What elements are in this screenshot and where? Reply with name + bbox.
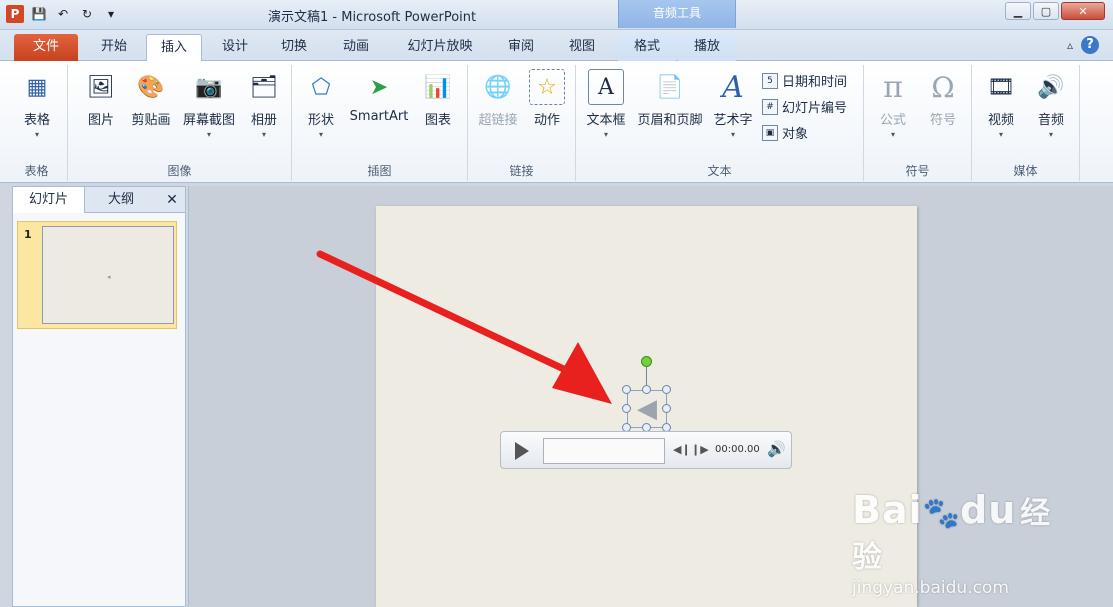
arrow-shaft: [316, 250, 574, 376]
watermark-site: jingyan.baidu.com: [852, 578, 1009, 598]
baidu-watermark: Bai🐾du 经验 jingyan.baidu.com: [852, 488, 1062, 598]
arrow-head: [552, 342, 612, 404]
paw-icon: 🐾: [922, 496, 960, 531]
watermark-brand-suffix: du: [960, 488, 1017, 532]
watermark-brand: Bai: [852, 488, 923, 532]
